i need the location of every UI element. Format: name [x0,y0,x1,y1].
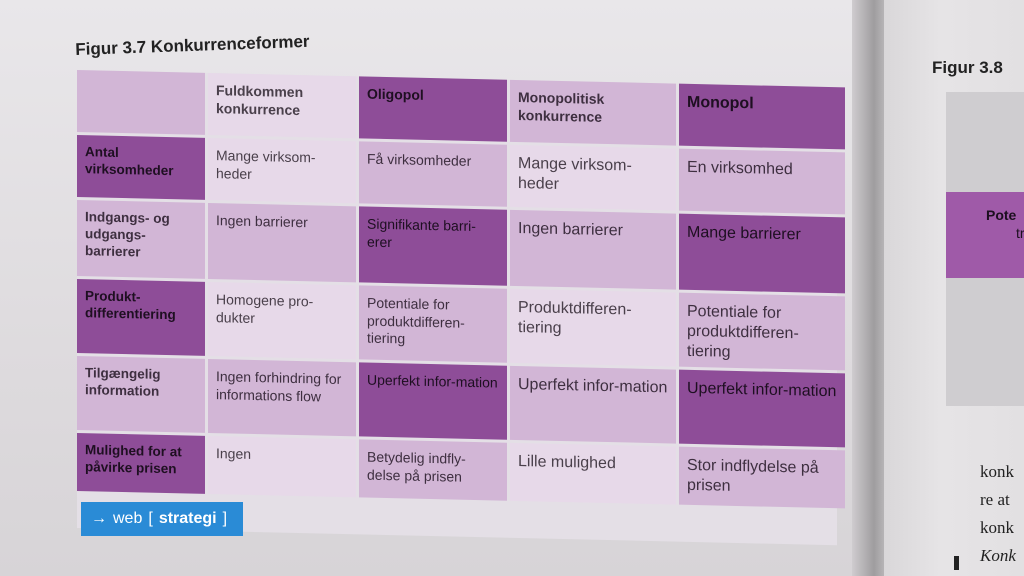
right-text-line: konk [980,462,1014,481]
table-cell: Mange virksom-heder [208,137,356,204]
table-cell: Få virksomheder [359,141,507,207]
web-prefix: web [113,510,143,527]
table-cell: Stor indflydelse på prisen [679,446,845,509]
next-figure-text-1: Pote [986,207,1017,223]
table-cell: Signifikante barri-erer [359,206,507,286]
column-header-monopolitisk: Monopolitisk konkurrence [510,79,676,146]
table-cell: Uperfekt infor-mation [510,365,676,444]
table-header-corner [77,70,205,135]
competition-table: Fuldkommen konkurrence Oligopol Monopoli… [77,70,845,546]
table-cell: Potentiale for produktdifferen-tiering [679,292,845,371]
table-cell: Mange virksom-heder [510,144,676,211]
table-cell: Ingen barrierer [208,202,356,283]
table-cell: Ingen barrierer [510,209,676,290]
next-figure-purple-box: Pote tr [946,192,1024,278]
table-cell: Mange barrierer [679,213,845,294]
next-figure-box-lower [946,278,1024,406]
row-header-barrierer: Indgangs- og udgangs-barrierer [77,200,205,279]
table-cell: Potentiale for produktdifferen-tiering [359,285,507,363]
right-text-italic-line: Konk [980,546,1016,565]
table-cell: En virksomhed [679,148,845,215]
table-cell: Produktdifferen-tiering [510,288,676,367]
right-text-line: konk [980,518,1014,537]
column-header-oligopol: Oligopol [359,76,507,142]
table-cell: Uperfekt infor-mation [679,369,845,448]
right-text-line: re at [980,490,1010,509]
bracket-open: [ [148,510,153,527]
table-cell: Homogene pro-dukter [208,281,356,360]
next-figure-text-2: tr [1016,225,1024,242]
row-header-antal: Antal virksomheder [77,135,205,200]
next-figure-title: Figur 3.8 [932,58,1003,77]
table-cell: Uperfekt infor-mation [359,362,507,440]
table-cell: Ingen forhindring for informations flow [208,358,356,437]
web-strategi-link[interactable]: → web [ strategi] [81,502,243,536]
row-header-information: Tilgængelig information [77,356,205,433]
right-page-text: konk re at konk Konk [980,458,1016,570]
table-cell: Lille mulighed [510,442,676,505]
column-header-fuldkommen: Fuldkommen konkurrence [208,72,356,139]
table-cell: Ingen [208,435,356,498]
row-header-differentiering: Produkt-differentiering [77,279,205,356]
bracket-close: ] [222,510,228,527]
column-header-monopol: Monopol [679,83,845,150]
web-label: strategi [158,510,217,527]
bullet-marker [954,556,959,570]
next-figure-box [946,92,1024,192]
arrow-right-icon: → [91,510,107,527]
table-cell: Betydelig indfly-delse på prisen [359,439,507,501]
row-header-pris: Mulighed for at påvirke prisen [77,433,205,494]
